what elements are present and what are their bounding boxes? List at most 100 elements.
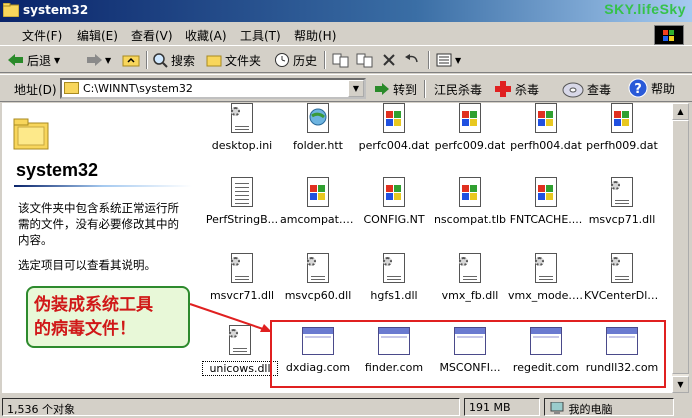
file-item[interactable]: vmx_mode.dll [508, 253, 584, 302]
highlight-box [270, 320, 666, 388]
dll-gear-icon [454, 253, 486, 285]
scroll-up-icon[interactable]: ▲ [672, 103, 689, 120]
toolbar-separator [424, 80, 426, 98]
address-value: C:\WINNT\system32 [83, 82, 193, 95]
dll-gear-icon [606, 253, 638, 285]
file-item[interactable]: amcompat.tlb [280, 177, 356, 226]
scroll-thumb[interactable] [672, 120, 689, 374]
menu-edit[interactable]: 编辑(E) [77, 27, 118, 44]
copy-to-button[interactable] [356, 50, 374, 70]
help-button[interactable]: ? 帮助 [628, 78, 675, 98]
file-item[interactable]: perfh009.dat [584, 103, 660, 152]
file-item[interactable]: PerfStringB... [204, 177, 280, 226]
file-item[interactable]: msvcp71.dll [584, 177, 660, 226]
back-button[interactable]: 后退 ▼ [8, 50, 60, 70]
views-button[interactable]: ▼ [436, 50, 461, 70]
htt-globe-icon [302, 103, 334, 135]
file-item[interactable]: perfh004.dat [508, 103, 584, 152]
file-item[interactable]: perfc004.dat [356, 103, 432, 152]
toolbar-separator [146, 51, 148, 69]
file-name: folder.htt [292, 139, 343, 152]
file-item[interactable]: msvcp60.dll [280, 253, 356, 302]
file-name: nscompat.tlb [433, 213, 507, 226]
vertical-scrollbar[interactable]: ▲ ▼ [672, 103, 689, 393]
forward-button[interactable]: ▼ [86, 50, 111, 70]
search-icon [153, 53, 168, 68]
delete-icon [383, 54, 395, 66]
menu-tools[interactable]: 工具(T) [240, 27, 281, 44]
scan-virus-button[interactable]: 查毒 [562, 79, 611, 99]
menu-help[interactable]: 帮助(H) [294, 27, 336, 44]
file-item[interactable]: folder.htt [280, 103, 356, 152]
toolbar: 后退 ▼ ▼ 搜索 文件夹 历史 ▼ [0, 47, 692, 73]
file-name: amcompat.tlb [280, 213, 356, 226]
tlb-windows-icon [454, 177, 486, 209]
windows-flag-icon [310, 185, 326, 201]
gear-icon [383, 257, 392, 266]
windows-flag-icon [614, 111, 630, 127]
file-name: unicows.dll [202, 361, 278, 376]
go-button[interactable]: 转到 [374, 79, 417, 99]
undo-button[interactable] [404, 50, 420, 70]
dll-gear-icon [226, 253, 258, 285]
help-icon: ? [628, 78, 648, 98]
windows-flag-icon [538, 185, 554, 201]
file-name: vmx_fb.dll [441, 289, 499, 302]
file-name: vmx_mode.dll [508, 289, 584, 302]
file-item[interactable]: CONFIG.NT [356, 177, 432, 226]
search-button[interactable]: 搜索 [152, 50, 195, 70]
menu-favorites[interactable]: 收藏(A) [185, 27, 227, 44]
chevron-down-icon: ▼ [455, 55, 462, 65]
red-cross-icon [495, 81, 511, 97]
file-item[interactable]: desktop.ini [204, 103, 280, 152]
address-bar: 地址(D) C:\WINNT\system32 ▼ 转到 江民杀毒 杀毒 查毒 … [0, 74, 692, 102]
history-button[interactable]: 历史 [274, 50, 317, 70]
gear-icon [231, 257, 240, 266]
move-to-icon [332, 53, 349, 68]
red-arrow-icon [189, 303, 272, 332]
file-item[interactable]: vmx_fb.dll [432, 253, 508, 302]
globe-icon [309, 108, 327, 126]
file-name: hgfs1.dll [370, 289, 418, 302]
address-input[interactable]: C:\WINNT\system32 ▼ [60, 78, 366, 99]
dat-windows-icon [530, 103, 562, 135]
total-size: 191 MB [464, 398, 540, 416]
move-to-button[interactable] [332, 50, 350, 70]
windows-logo-icon [654, 25, 684, 45]
up-folder-button[interactable] [122, 50, 140, 70]
file-item[interactable]: nscompat.tlb [432, 177, 508, 226]
tlb-windows-icon [302, 177, 334, 209]
document-icon [226, 177, 258, 209]
file-name: perfc009.dat [434, 139, 506, 152]
kill-virus-button[interactable]: 杀毒 [494, 79, 539, 99]
windows-icon [378, 177, 410, 209]
file-item[interactable]: FNTCACHE.... [508, 177, 584, 226]
file-item[interactable]: hgfs1.dll [356, 253, 432, 302]
gear-icon [459, 257, 468, 266]
menu-bar: 文件(F) 编辑(E) 查看(V) 收藏(A) 工具(T) 帮助(H) [0, 22, 692, 46]
copy-to-icon [356, 53, 373, 68]
gear-icon [535, 257, 544, 266]
scroll-down-icon[interactable]: ▼ [672, 376, 689, 393]
folders-button[interactable]: 文件夹 [206, 50, 261, 70]
file-name: FNTCACHE.... [509, 213, 583, 226]
address-dropdown-icon[interactable]: ▼ [348, 80, 364, 97]
back-arrow-icon [8, 54, 23, 66]
gear-icon [231, 107, 240, 116]
dll-gear-icon [302, 253, 334, 285]
delete-button[interactable] [382, 50, 396, 70]
folder-icon [64, 82, 79, 94]
dll-gear-icon [378, 253, 410, 285]
file-item[interactable]: msvcr71.dll [204, 253, 280, 302]
warning-callout: 伪装成系统工具 的病毒文件！ [26, 286, 190, 348]
jiangmin-button[interactable]: 江民杀毒 [434, 79, 482, 99]
file-item[interactable]: KVCenterDll.... [584, 253, 660, 302]
file-name: CONFIG.NT [363, 213, 425, 226]
folder-title: system32 [16, 160, 99, 180]
menu-view[interactable]: 查看(V) [131, 27, 173, 44]
folder-icon [3, 3, 19, 17]
menu-file[interactable]: 文件(F) [22, 27, 62, 44]
dll-gear-icon [530, 253, 562, 285]
file-item[interactable]: perfc009.dat [432, 103, 508, 152]
large-folder-icon [13, 118, 49, 150]
